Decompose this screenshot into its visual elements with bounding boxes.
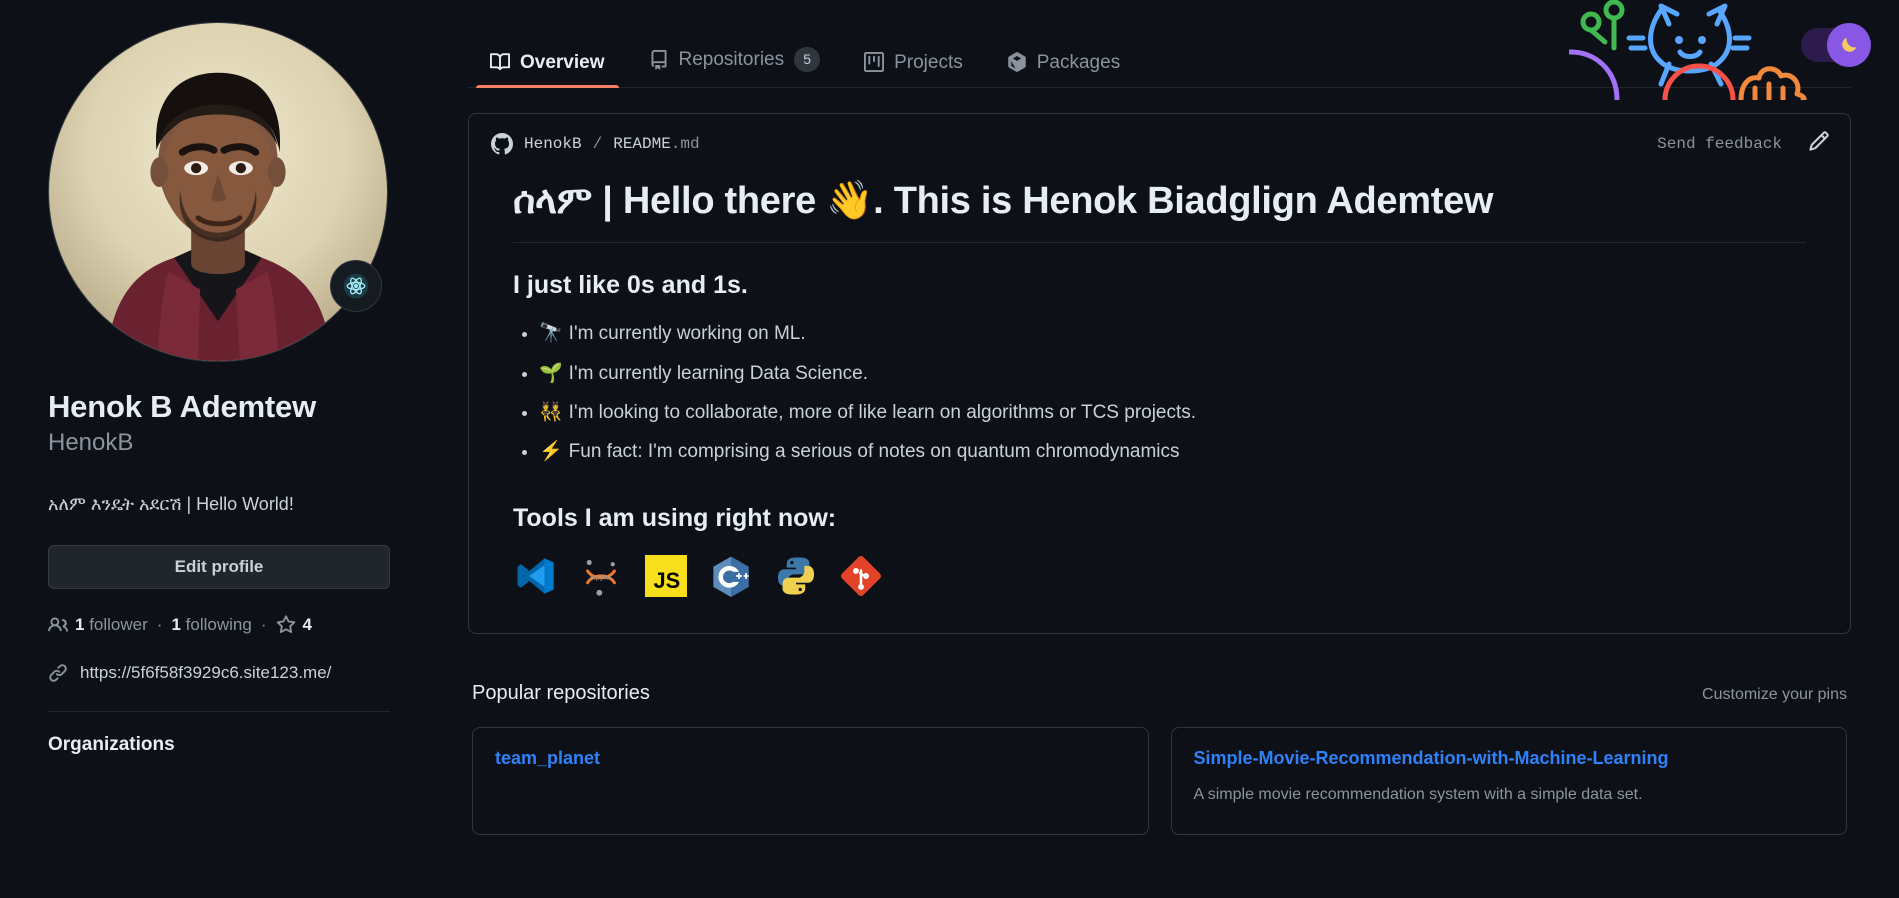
theme-toggle-knob[interactable]	[1827, 23, 1871, 67]
atom-icon	[343, 273, 369, 299]
profile-stats: 1 follower · 1 following · 4	[48, 615, 460, 635]
repo-description: A simple movie recommendation system wit…	[1193, 785, 1643, 803]
main-column: Overview Repositories 5 Projects Package…	[460, 0, 1899, 898]
breadcrumb-slash: /	[592, 134, 603, 153]
followers-count: 1	[75, 614, 85, 634]
profile-login: HenokB	[48, 428, 134, 456]
pencil-icon	[1809, 131, 1829, 151]
python-icon[interactable]	[773, 553, 819, 599]
book-icon	[490, 53, 510, 71]
readme-bullet-list: 🔭I'm currently working on ML. 🌱I'm curre…	[539, 318, 1806, 467]
edit-readme-button[interactable]	[1808, 130, 1830, 157]
avatar-container	[48, 22, 388, 362]
list-item-text: I'm currently working on ML.	[568, 323, 806, 345]
telescope-emoji: 🔭	[539, 323, 563, 345]
website-row: https://5f6f58f3929c6.site123.me/	[48, 663, 460, 683]
breadcrumb-file[interactable]: README	[613, 135, 671, 153]
breadcrumb-owner[interactable]: HenokB	[524, 135, 582, 153]
profile-bio: አለም እንዴት አደርሽ | Hello World!	[48, 493, 294, 514]
tab-repositories[interactable]: Repositories 5	[631, 47, 839, 87]
breadcrumb-file-ext: .md	[670, 134, 700, 153]
customize-pins-link[interactable]: Customize your pins	[1702, 686, 1847, 704]
tab-overview[interactable]: Overview	[472, 51, 623, 88]
dancers-emoji: 👯	[539, 402, 563, 424]
tab-packages[interactable]: Packages	[989, 52, 1138, 87]
edit-profile-button[interactable]: Edit profile	[48, 544, 390, 589]
people-icon	[48, 617, 68, 632]
jupyter-icon[interactable]: jupyter	[578, 553, 624, 599]
following-label: following	[185, 614, 252, 634]
avatar-portrait	[106, 72, 332, 361]
zap-emoji: ⚡	[539, 441, 563, 463]
tab-repositories-label: Repositories	[678, 49, 785, 70]
breadcrumb: HenokB / README.md	[491, 132, 700, 155]
moon-icon	[1842, 37, 1857, 52]
repo-card: Simple-Movie-Recommendation-with-Machine…	[1170, 726, 1847, 835]
stats-separator-2: ·	[260, 614, 267, 634]
popular-repositories-header: Popular repositories Customize your pins	[468, 682, 1851, 705]
link-icon	[49, 664, 67, 682]
javascript-icon[interactable]: JS	[643, 553, 689, 599]
octocat-icon	[491, 132, 513, 154]
readme-body: ሰላም | Hello there 👋. This is Henok Biadg…	[469, 169, 1850, 633]
seedling-emoji: 🌱	[539, 362, 563, 384]
tab-projects[interactable]: Projects	[846, 52, 981, 87]
stats-separator-1: ·	[156, 614, 163, 634]
followers-link[interactable]: 1 follower	[75, 615, 148, 635]
readme-card: HenokB / README.md Send feedback ሰላም | H…	[468, 113, 1851, 634]
repo-card: team_planet	[472, 726, 1149, 835]
repo-icon	[651, 49, 666, 70]
tab-projects-label: Projects	[894, 51, 963, 73]
send-feedback-link[interactable]: Send feedback	[1657, 135, 1782, 153]
list-item: 👯I'm looking to collaborate, more of lik…	[539, 397, 1806, 428]
vscode-icon[interactable]	[513, 553, 559, 599]
tab-overview-label: Overview	[520, 51, 605, 73]
popular-repositories-title: Popular repositories	[472, 681, 650, 704]
git-icon[interactable]	[838, 553, 884, 599]
profile-sidebar: Henok B Ademtew HenokB አለም እንዴት አደርሽ | H…	[48, 0, 460, 898]
repo-name-link[interactable]: Simple-Movie-Recommendation-with-Machine…	[1194, 748, 1669, 768]
stars-count: 4	[302, 614, 312, 634]
stars-link[interactable]: 4	[276, 615, 312, 635]
repo-name-link[interactable]: team_planet	[495, 748, 600, 768]
svg-text:jupyter: jupyter	[589, 573, 612, 581]
list-item-text: Fun fact: I'm comprising a serious of no…	[568, 441, 1180, 463]
page-title: Henok B Ademtew	[48, 389, 317, 424]
package-icon	[1008, 52, 1026, 72]
tab-repositories-counter: 5	[794, 47, 821, 72]
status-badge[interactable]	[330, 260, 382, 312]
list-item-text: I'm currently learning Data Science.	[568, 362, 868, 384]
list-item: 🔭I'm currently working on ML.	[539, 318, 1806, 349]
star-icon	[276, 615, 295, 633]
profile-page: Henok B Ademtew HenokB አለም እንዴት አደርሽ | H…	[0, 0, 1899, 898]
cplusplus-icon[interactable]	[708, 553, 754, 599]
project-icon	[864, 52, 885, 72]
avatar[interactable]	[48, 22, 388, 362]
organizations-heading: Organizations	[48, 733, 175, 755]
followers-label: follower	[89, 614, 148, 634]
readme-heading: ሰላም | Hello there 👋. This is Henok Biadg…	[513, 177, 1806, 244]
tools-row: jupyter JS	[513, 553, 1806, 599]
repository-grid: team_planet Simple-Movie-Recommendation-…	[468, 726, 1851, 835]
tools-heading: Tools I am using right now:	[513, 503, 837, 532]
tab-packages-label: Packages	[1036, 51, 1121, 73]
list-item: 🌱I'm currently learning Data Science.	[539, 358, 1806, 389]
readme-subheading: I just like 0s and 1s.	[513, 271, 748, 300]
list-item-text: I'm looking to collaborate, more of like…	[568, 402, 1197, 424]
svg-text:JS: JS	[653, 568, 680, 593]
following-count: 1	[171, 614, 181, 634]
profile-tabs: Overview Repositories 5 Projects Package…	[468, 0, 1851, 88]
website-link[interactable]: https://5f6f58f3929c6.site123.me/	[80, 663, 331, 683]
sidebar-divider	[48, 710, 390, 712]
list-item: ⚡Fun fact: I'm comprising a serious of n…	[539, 436, 1806, 467]
theme-toggle[interactable]	[1801, 23, 1871, 67]
following-link[interactable]: 1 following	[171, 615, 251, 635]
readme-header: HenokB / README.md Send feedback	[469, 114, 1850, 169]
